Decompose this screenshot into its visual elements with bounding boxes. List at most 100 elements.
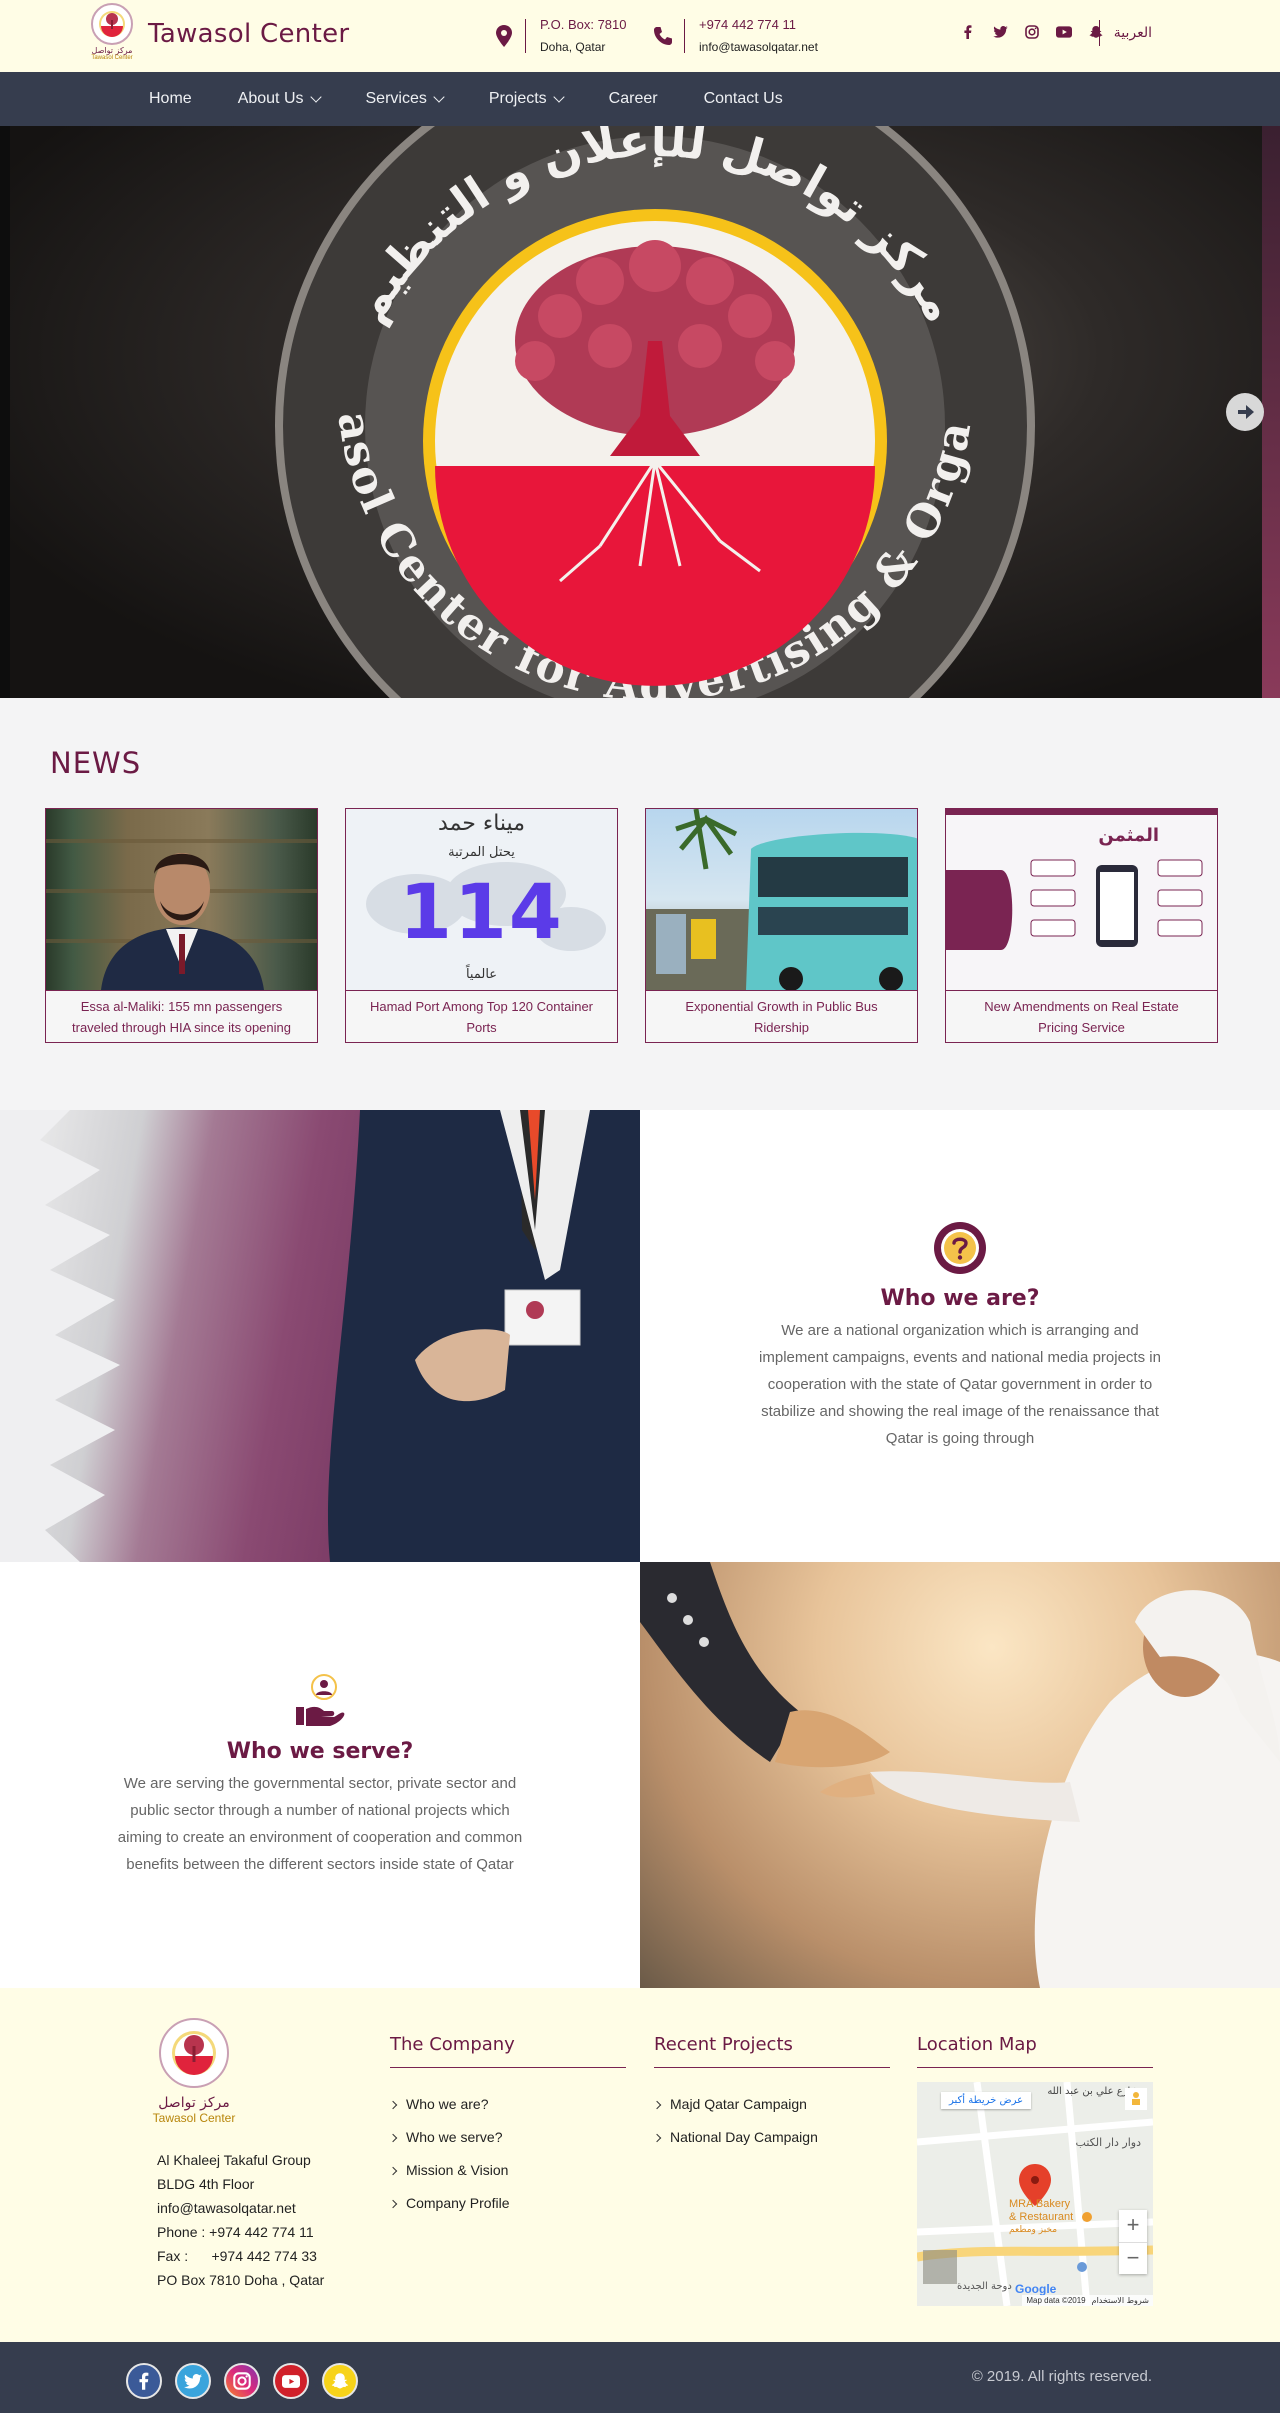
arrow-right-icon [1238,405,1254,419]
zoom-in-button[interactable]: + [1119,2210,1147,2242]
footer-logo[interactable]: مركز تواصل Tawasol Center [148,2016,240,2125]
map-road-label: دوار دار الكتب [1075,2136,1141,2149]
divider [525,19,526,53]
address-email[interactable]: info@tawasolqatar.net [157,2196,324,2220]
map-attribution: Map data ©2019 شروط الاستخدام [1022,2295,1153,2306]
hand-user-icon [296,1673,345,1726]
map-place-label-line: MRA Bakery [1009,2198,1071,2210]
news-image [46,809,317,990]
chevron-down-icon [552,91,565,103]
map-area-label: دوحة الجديدة [957,2281,1012,2292]
footer-link-majd-qatar[interactable]: Majd Qatar Campaign [652,2088,890,2121]
address-block: P.O. Box: 7810 Doha, Qatar [493,14,627,58]
chevron-right-icon [652,2133,662,2142]
instagram-icon[interactable] [224,2363,260,2399]
footer-link-company-profile[interactable]: Company Profile [388,2187,626,2220]
map-pin-icon [493,21,515,51]
logo-link[interactable]: مركز تواصل Tawasol Center Tawasol Center [86,2,349,66]
footer: مركز تواصل Tawasol Center Al Khaleej Tak… [0,1988,1280,2342]
zoom-out-button[interactable]: − [1119,2241,1147,2275]
who-we-serve-text: We are serving the governmental sector, … [117,1774,523,1873]
footer-address: Al Khaleej Takaful Group BLDG 4th Floor … [157,2148,324,2292]
instagram-icon[interactable] [1024,24,1040,40]
nav-home-label: Home [149,90,192,107]
snapchat-icon[interactable] [322,2363,358,2399]
news-image-title: ميناء حمد [438,811,525,836]
language-switch[interactable]: العربية [1098,20,1152,46]
nav-contact-us[interactable]: Contact Us [704,90,783,108]
nav-career-label: Career [608,90,658,107]
map-zoom-controls: + − [1119,2210,1147,2274]
footer-link-label: Who we serve? [406,2129,503,2145]
nav-about-us-label: About Us [237,90,304,107]
footer-company-title: The Company [390,2034,626,2068]
logo-arabic-text: مركز تواصل [91,46,133,55]
chevron-right-icon [388,2199,398,2208]
map-terms-link[interactable]: شروط الاستخدام [1092,2296,1149,2305]
handshake-image [640,1562,1280,1988]
copyright: © 2019. All rights reserved. [971,2368,1152,2385]
divider [684,19,685,53]
news-image-title: المثمن [1098,825,1159,846]
facebook-icon[interactable] [960,24,976,40]
address-fax: Fax : +974 442 774 33 [157,2248,317,2264]
twitter-icon[interactable] [175,2363,211,2399]
phone-block: +974 442 774 11 info@tawasolqatar.net [652,14,818,58]
footer-link-national-day[interactable]: National Day Campaign [652,2121,890,2154]
slider-next-button[interactable] [1226,393,1264,431]
footer-projects-title: Recent Projects [654,2034,890,2068]
news-card[interactable]: المثمن New Amendments on Real Estate Pri… [945,808,1218,1043]
next-slide-preview [1262,126,1280,698]
nav-career[interactable]: Career [609,90,658,108]
news-image [646,809,917,990]
footer-link-label: National Day Campaign [670,2129,818,2145]
who-we-are-section: Who we are? We are a national organizati… [0,1110,1280,1562]
nav-about-us[interactable]: About Us [237,90,322,108]
nav-projects[interactable]: Projects [488,90,565,108]
who-we-serve-title: Who we serve? [226,1738,414,1764]
footer-link-label: Who we are? [406,2096,489,2112]
address-line: BLDG 4th Floor [157,2176,255,2192]
footer-link-mission-vision[interactable]: Mission & Vision [388,2154,626,2187]
header-social-links [960,24,1104,40]
youtube-icon[interactable] [273,2363,309,2399]
address-phone: Phone : +974 442 774 11 [157,2224,314,2240]
news-image: ميناء حمد يحتل المرتبة 114 عالمياً [346,809,617,990]
footer-link-who-we-serve[interactable]: Who we serve? [388,2121,626,2154]
nav-services[interactable]: Services [365,90,445,108]
po-box: P.O. Box: 7810 [540,17,627,32]
hero-slider: مركز تواصل للإعلان و التنظيم Tawasol Cen… [0,126,1280,698]
top-header: مركز تواصل Tawasol Center Tawasol Center… [0,0,1280,72]
main-nav: Home About Us Services Projects Career C… [0,72,1280,126]
news-image-subtitle: يحتل المرتبة [448,845,515,860]
pegman-icon[interactable] [1125,2088,1147,2110]
nav-services-label: Services [365,90,427,107]
twitter-icon[interactable] [992,24,1008,40]
footer-link-label: Majd Qatar Campaign [670,2096,807,2112]
chevron-right-icon [388,2100,398,2109]
who-we-serve-section: Who we serve? We are serving the governm… [0,1562,1280,1988]
footer-company-column: The Company Who we are? Who we serve? Mi… [388,2034,626,2220]
location-map[interactable]: شارع علي بن عبد الله عرض خريطة أكبر دوار… [917,2082,1153,2306]
news-card[interactable]: ميناء حمد يحتل المرتبة 114 عالمياً Hamad… [345,808,618,1043]
email-link[interactable]: info@tawasolqatar.net [699,36,818,58]
nav-home[interactable]: Home [149,90,192,108]
map-place-label-arabic: مخبز ومطعم [1009,2225,1058,2235]
news-image-footer: عالمياً [465,967,498,982]
nav-contact-us-label: Contact Us [703,90,783,107]
view-larger-map-link[interactable]: عرض خريطة أكبر [941,2092,1032,2109]
phone-number[interactable]: +974 442 774 11 [699,14,818,36]
city: Doha, Qatar [540,40,606,54]
news-card[interactable]: Exponential Growth in Public Bus Ridersh… [645,808,918,1043]
news-caption: Hamad Port Among Top 120 Container Ports [346,990,617,1042]
footer-link-who-we-are[interactable]: Who we are? [388,2088,626,2121]
news-card[interactable]: Essa al-Maliki: 155 mn passengers travel… [45,808,318,1043]
facebook-icon[interactable] [126,2363,162,2399]
who-we-are-content: Who we are? We are a national organizati… [640,1110,1280,1562]
who-we-serve-content: Who we serve? We are serving the governm… [0,1562,640,1988]
youtube-icon[interactable] [1056,24,1072,40]
map-place-label-line: & Restaurant [1009,2211,1074,2223]
news-title: NEWS [50,746,142,780]
who-we-are-title: Who we are? [880,1286,1040,1311]
nav-projects-label: Projects [488,90,547,107]
